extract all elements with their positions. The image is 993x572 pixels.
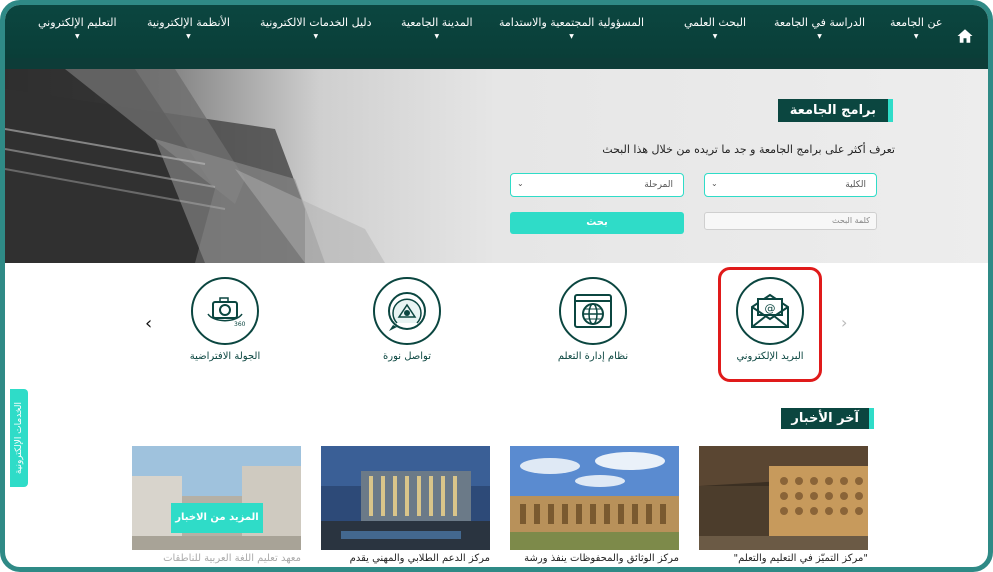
- eservices-side-tab-label: الخدمات الإلكترونية: [14, 401, 24, 475]
- caret-down-icon: ▼: [569, 33, 574, 40]
- chevron-down-icon: ⌄: [517, 179, 524, 188]
- news-photo-4: [132, 446, 301, 550]
- eservices-side-tab[interactable]: الخدمات الإلكترونية: [10, 389, 28, 487]
- news-caption-1[interactable]: "مركز التميّز في التعليم والتعلّم": [699, 553, 868, 564]
- news-caption-3[interactable]: مركز الدعم الطلابي والمهني يقدم: [321, 553, 490, 564]
- news-section-title: آخر الأخبار: [781, 408, 874, 429]
- college-select-value: الكلية: [845, 180, 866, 190]
- service-virtual-tour-circle: 360: [191, 277, 259, 345]
- programs-subtitle: تعرف أكثر على برامج الجامعة و جد ما تريد…: [602, 143, 895, 156]
- news-image-4[interactable]: [132, 446, 301, 550]
- nav-item-eservices-guide[interactable]: دليل الخدمات الالكترونية ▼: [260, 16, 372, 41]
- news-image-3[interactable]: [321, 446, 490, 550]
- nav-item-about[interactable]: عن الجامعة ▼: [890, 16, 942, 41]
- nav-item-elearning[interactable]: التعليم الإلكتروني ▼: [38, 16, 117, 41]
- caret-down-icon: ▼: [913, 33, 919, 40]
- caret-down-icon: ▼: [817, 33, 822, 40]
- news-caption-2[interactable]: مركز الوثائق والمحفوظات ينفذ ورشة: [510, 553, 679, 564]
- nav-item-research[interactable]: البحث العلمي ▼: [684, 16, 746, 41]
- more-news-button[interactable]: المزيد من الاخبار: [171, 503, 263, 533]
- nav-item-electronic-systems[interactable]: الأنظمة الإلكترونية ▼: [147, 16, 230, 41]
- service-lms[interactable]: نظام إدارة التعلم: [538, 277, 648, 362]
- caret-down-icon: ▼: [434, 33, 440, 40]
- nav-item-study[interactable]: الدراسة في الجامعة ▼: [774, 16, 865, 41]
- news-caption-4[interactable]: معهد تعليم اللغة العربية للناطقات: [132, 553, 301, 564]
- college-select[interactable]: الكلية ⌄: [704, 173, 877, 197]
- university-logo-icon: [388, 292, 426, 331]
- caret-down-icon: ▼: [186, 33, 191, 40]
- search-button[interactable]: بحث: [510, 212, 684, 234]
- service-noura-label: تواصل نورة: [383, 351, 431, 362]
- news-image-1[interactable]: [699, 446, 868, 550]
- svg-text:360: 360: [234, 321, 246, 328]
- browser-frame: عن الجامعة ▼ الدراسة في الجامعة ▼ البحث ال…: [0, 0, 993, 572]
- news-photo-2: [510, 446, 679, 550]
- programs-title: برامج الجامعة: [777, 99, 893, 122]
- globe-browser-icon: [574, 294, 612, 328]
- home-icon[interactable]: [956, 27, 974, 45]
- service-virtual-tour[interactable]: 360 الجولة الافتراضية: [170, 277, 280, 362]
- main-navbar: عن الجامعة ▼ الدراسة في الجامعة ▼ البحث ال…: [5, 5, 988, 70]
- service-lms-label: نظام إدارة التعلم: [557, 351, 629, 362]
- caret-down-icon: ▼: [313, 33, 319, 40]
- news-photo-1: [699, 446, 868, 550]
- stage-select-value: المرحلة: [644, 180, 673, 190]
- camera-360-icon: 360: [207, 297, 246, 328]
- service-noura-circle: [373, 277, 441, 345]
- nav-item-social-responsibility[interactable]: المسؤولية المجتمعية والاستدامة ▼: [499, 16, 644, 41]
- caret-down-icon: ▼: [712, 33, 718, 40]
- carousel-next-arrow[interactable]: ›: [841, 313, 847, 332]
- services-carousel: › @ البريد الإلكتروني نظام إدارة التعلم …: [5, 263, 988, 398]
- carousel-prev-arrow[interactable]: ‹: [145, 313, 152, 334]
- search-input[interactable]: كلمة البحث: [704, 212, 877, 230]
- email-highlight-box: [718, 267, 822, 382]
- service-noura-contact[interactable]: تواصل نورة: [352, 277, 462, 362]
- news-photo-3: [321, 446, 490, 550]
- service-lms-circle: [559, 277, 627, 345]
- stage-select[interactable]: المرحلة ⌄: [510, 173, 684, 197]
- caret-down-icon: ▼: [74, 33, 80, 40]
- chevron-down-icon: ⌄: [711, 179, 718, 188]
- nav-item-university-city[interactable]: المدينة الجامعية ▼: [401, 16, 473, 41]
- news-image-2[interactable]: [510, 446, 679, 550]
- service-virtual-tour-label: الجولة الافتراضية: [189, 351, 261, 362]
- programs-hero: برامج الجامعة تعرف أكثر على برامج الجامع…: [5, 69, 988, 263]
